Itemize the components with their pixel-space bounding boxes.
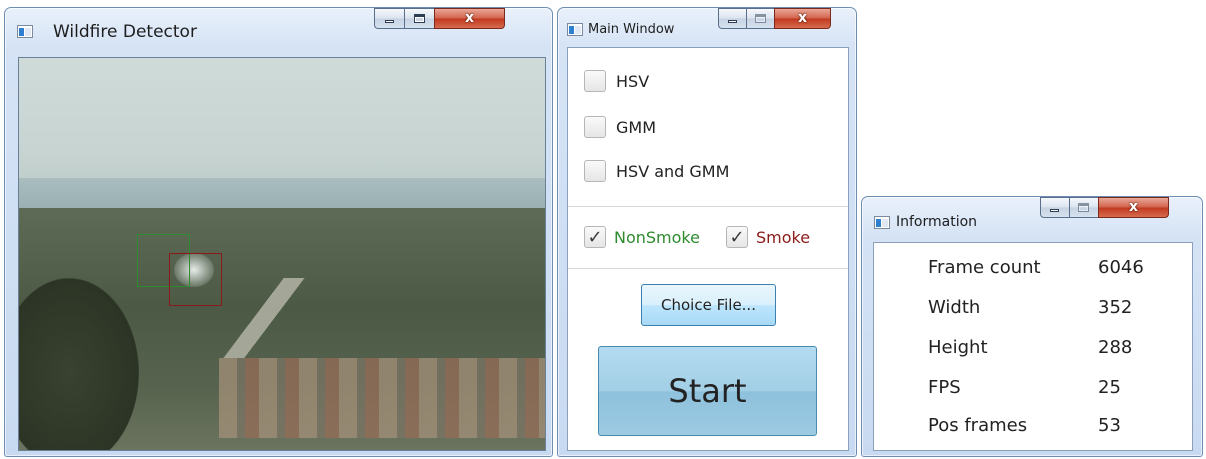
maximize-icon [413, 14, 425, 23]
close-button[interactable]: x [434, 8, 505, 29]
minimize-icon [727, 20, 737, 23]
maximize-button[interactable] [1069, 197, 1098, 218]
gmm-checkbox[interactable] [584, 116, 606, 138]
window-title: Wildfire Detector [53, 22, 197, 42]
main-window: Main Window x HSV GMM HSV and GMM ✓ NonS… [557, 7, 857, 457]
information-content: Frame count 6046 Width 352 Height 288 FP… [873, 242, 1193, 451]
hsv-and-gmm-label: HSV and GMM [616, 161, 730, 181]
app-icon [567, 23, 583, 36]
divider [568, 268, 848, 269]
frame-count-label: Frame count [928, 257, 1041, 278]
pos-frames-label: Pos frames [928, 415, 1028, 436]
pos-frames-value: 53 [1098, 415, 1121, 436]
video-frame [19, 58, 545, 450]
smoke-bounding-box [169, 253, 222, 306]
caption-buttons: x [374, 8, 505, 29]
wildfire-detector-window: Wildfire Detector x [4, 7, 553, 457]
height-value: 288 [1098, 337, 1133, 358]
title-bar[interactable]: Information x [862, 197, 1202, 230]
maximize-button[interactable] [404, 8, 434, 29]
smoke-checkbox[interactable]: ✓ [726, 226, 748, 248]
nonsmoke-checkbox[interactable]: ✓ [584, 226, 606, 248]
nonsmoke-label: NonSmoke [614, 227, 700, 247]
check-icon: ✓ [729, 227, 745, 248]
caption-buttons: x [718, 8, 831, 29]
close-icon: x [1128, 199, 1139, 215]
close-icon: x [797, 10, 808, 26]
video-tree [19, 278, 139, 450]
maximize-button[interactable] [746, 8, 774, 29]
maximize-icon [1078, 203, 1089, 212]
width-label: Width [928, 297, 981, 318]
smoke-filter-row[interactable]: ✓ Smoke [726, 226, 810, 248]
divider [568, 206, 848, 207]
minimize-icon [384, 20, 394, 23]
check-icon: ✓ [587, 227, 603, 248]
height-label: Height [928, 337, 988, 358]
fps-value: 25 [1098, 377, 1121, 398]
width-value: 352 [1098, 297, 1133, 318]
start-button[interactable]: Start [598, 346, 817, 436]
minimize-icon [1050, 209, 1059, 212]
video-frame-area [18, 57, 546, 451]
method-hsv-and-gmm-row[interactable]: HSV and GMM [584, 160, 729, 182]
minimize-button[interactable] [374, 8, 404, 29]
method-gmm-row[interactable]: GMM [584, 116, 656, 138]
maximize-icon [754, 14, 766, 23]
fps-label: FPS [928, 377, 961, 398]
app-icon [17, 25, 33, 38]
caption-buttons: x [1040, 197, 1169, 218]
method-hsv-row[interactable]: HSV [584, 70, 649, 92]
video-town [219, 358, 545, 438]
app-icon [874, 216, 890, 229]
information-window: Information x Frame count 6046 Width 352… [861, 196, 1203, 457]
title-bar[interactable]: Wildfire Detector x [5, 8, 552, 42]
smoke-label: Smoke [756, 227, 811, 247]
minimize-button[interactable] [1040, 197, 1069, 218]
nonsmoke-filter-row[interactable]: ✓ NonSmoke [584, 226, 700, 248]
frame-count-value: 6046 [1098, 257, 1144, 278]
hsv-label: HSV [616, 71, 650, 91]
gmm-label: GMM [616, 117, 657, 137]
close-button[interactable]: x [774, 8, 831, 29]
close-icon: x [464, 10, 475, 26]
minimize-button[interactable] [718, 8, 746, 29]
title-bar[interactable]: Main Window x [558, 8, 856, 40]
close-button[interactable]: x [1098, 197, 1169, 218]
choice-file-button[interactable]: Choice File... [641, 284, 776, 326]
window-title: Main Window [588, 22, 675, 37]
window-title: Information [896, 214, 978, 230]
main-window-content: HSV GMM HSV and GMM ✓ NonSmoke ✓ Smoke C… [567, 47, 849, 451]
hsv-checkbox[interactable] [584, 70, 606, 92]
hsv-and-gmm-checkbox[interactable] [584, 160, 606, 182]
